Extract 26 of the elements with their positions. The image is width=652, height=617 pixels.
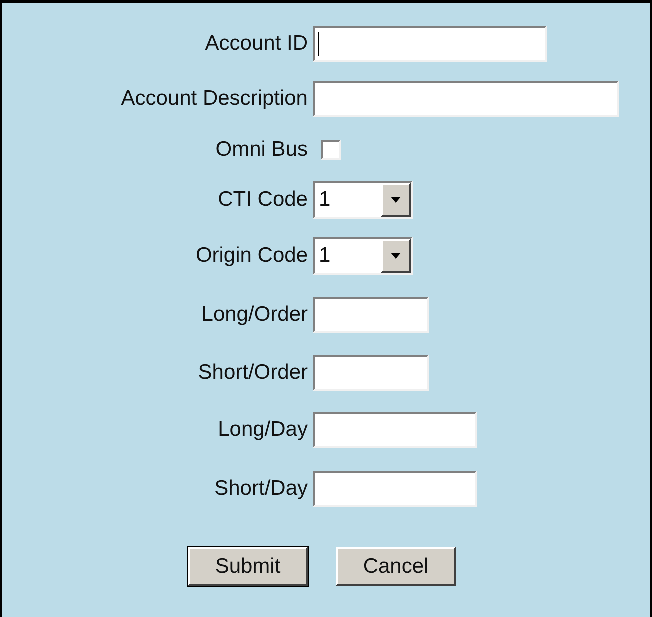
text-field[interactable] (313, 354, 429, 390)
dropdown-field[interactable]: 1 (313, 181, 413, 219)
form-button[interactable]: Cancel (336, 547, 456, 586)
text-field[interactable] (313, 81, 619, 117)
field-label: Account ID (205, 31, 308, 58)
text-field[interactable] (313, 297, 429, 333)
dropdown-value: 1 (318, 243, 331, 270)
dropdown-button[interactable] (381, 183, 411, 217)
field-label: CTI Code (218, 187, 308, 214)
form-button[interactable]: Submit (188, 547, 308, 586)
field-label: Short/Order (198, 360, 308, 386)
field-label: Origin Code (196, 243, 308, 270)
checkbox[interactable] (321, 140, 341, 160)
field-label: Omni Bus (216, 137, 308, 164)
dropdown-button[interactable] (381, 239, 411, 273)
field-label: Short/Day (214, 476, 308, 502)
text-field[interactable] (313, 412, 477, 448)
text-field[interactable] (313, 470, 477, 506)
field-label: Long/Order (202, 302, 308, 328)
caret-icon (391, 197, 401, 203)
caret-icon (391, 253, 401, 259)
text-field[interactable] (313, 26, 547, 62)
dropdown-value: 1 (318, 187, 331, 214)
field-label: Long/Day (218, 417, 308, 444)
field-label: Account Description (121, 86, 308, 112)
dropdown-field[interactable]: 1 (313, 237, 413, 275)
